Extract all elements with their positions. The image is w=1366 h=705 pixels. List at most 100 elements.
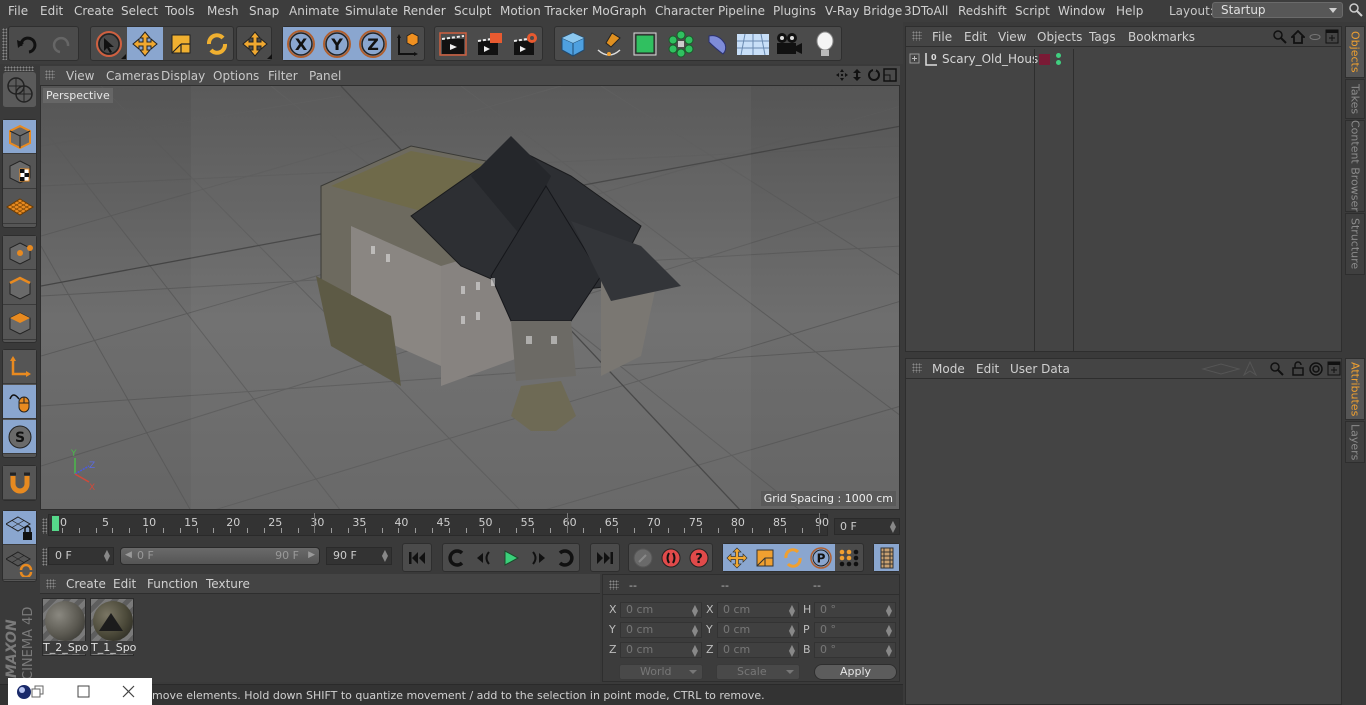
filter-icon[interactable] (1309, 32, 1321, 42)
playhead[interactable] (52, 516, 59, 531)
camera-button[interactable] (771, 27, 807, 60)
new-window-icon[interactable] (1327, 361, 1341, 376)
size-z-field[interactable]: 0 cm ▲ ▼ (717, 642, 799, 658)
autokey-button[interactable] (657, 544, 685, 571)
timeline-ruler[interactable]: 0 5 10 15 20 25 30 35 40 45 50 55 60 65 70 75 80 85 90 (48, 513, 829, 536)
subdivision-button[interactable] (627, 27, 663, 60)
viewport-grip[interactable] (45, 70, 55, 80)
restore-icon[interactable] (31, 685, 45, 699)
menu-create[interactable]: Create (74, 4, 114, 18)
next-key-button[interactable] (551, 544, 579, 571)
menu-simulate[interactable]: Simulate (345, 4, 398, 18)
tweak-mode-button[interactable] (3, 385, 36, 419)
range-left-arrow-icon[interactable]: ◀ (125, 550, 132, 560)
key-pla-button[interactable] (835, 544, 863, 571)
menu-animate[interactable]: Animate (289, 4, 339, 18)
z-axis-lock-button[interactable]: Z (355, 27, 391, 60)
object-name[interactable]: Scary_Old_House (942, 52, 1046, 66)
viewport-menu-options[interactable]: Options (213, 69, 259, 83)
play-button[interactable] (497, 544, 525, 571)
object-menu-objects[interactable]: Objects (1037, 30, 1082, 44)
maximize-icon[interactable] (77, 685, 91, 699)
next-frame-button[interactable] (524, 544, 552, 571)
coordinates-grip[interactable] (609, 580, 619, 590)
previous-key-button[interactable] (443, 544, 471, 571)
object-menu-view[interactable]: View (998, 30, 1026, 44)
coordinate-mode-dropdown[interactable]: Scale (716, 664, 800, 680)
spinner-icon[interactable]: ▲ ▼ (692, 604, 698, 618)
back-forward-icon[interactable] (1201, 362, 1241, 376)
material-swatch[interactable]: T_2_Spo (42, 598, 88, 656)
expand-icon[interactable] (909, 53, 921, 65)
menu-edit[interactable]: Edit (40, 4, 63, 18)
menu-plugins[interactable]: Plugins (773, 4, 816, 18)
record-active-button[interactable] (629, 544, 657, 571)
material-menu-texture[interactable]: Texture (206, 577, 250, 591)
search-icon[interactable] (1349, 3, 1363, 17)
pos-y-field[interactable]: 0 cm ▲ ▼ (620, 622, 702, 638)
keyframe-selection-button[interactable]: ? (685, 544, 713, 571)
spinner-icon[interactable]: ▲ ▼ (692, 644, 698, 658)
menu-pipeline[interactable]: Pipeline (718, 4, 765, 18)
object-menu-edit[interactable]: Edit (964, 30, 987, 44)
spinner-icon[interactable]: ▲ ▼ (692, 624, 698, 638)
spinner-icon[interactable]: ▲ ▼ (886, 604, 892, 618)
timeline-window-button[interactable] (874, 544, 899, 571)
left-toolbar-grip[interactable] (4, 66, 34, 71)
picture-viewer-button[interactable] (471, 27, 507, 60)
object-manager-grip[interactable] (912, 31, 922, 41)
cube-button[interactable] (555, 27, 591, 60)
material-menu-create[interactable]: Create (66, 577, 106, 591)
viewport-menu-panel[interactable]: Panel (309, 69, 341, 83)
current-frame-field[interactable]: 0 F ▲ ▼ (834, 518, 900, 535)
tab-takes[interactable]: Takes (1345, 79, 1365, 119)
redo-button[interactable] (44, 27, 80, 60)
menu-tools[interactable]: Tools (165, 4, 195, 18)
viewport-menu-display[interactable]: Display (161, 69, 205, 83)
rot-h-field[interactable]: 0 ° ▲ ▼ (814, 602, 896, 618)
spinner-icon[interactable]: ▲ ▼ (886, 624, 892, 638)
render-settings-button[interactable] (507, 27, 543, 60)
attribute-menu-edit[interactable]: Edit (976, 362, 999, 376)
close-icon[interactable] (122, 685, 136, 699)
transport-grip[interactable] (42, 548, 47, 566)
menu-mesh[interactable]: Mesh (207, 4, 239, 18)
menu-select[interactable]: Select (121, 4, 158, 18)
previous-frame-button[interactable] (470, 544, 498, 571)
pos-x-field[interactable]: 0 cm ▲ ▼ (620, 602, 702, 618)
coordinate-system-button[interactable] (390, 27, 426, 60)
layer-color-swatch[interactable] (1039, 54, 1050, 65)
axis-mode-button[interactable] (3, 350, 36, 384)
apply-button[interactable]: Apply (814, 664, 897, 680)
pan-view-icon[interactable] (835, 68, 849, 82)
target-icon[interactable] (1309, 362, 1323, 376)
frame-range-slider[interactable]: ◀ 0 F 90 F ▶ (120, 547, 320, 565)
spinner-icon[interactable]: ▲ ▼ (382, 549, 388, 563)
new-window-icon[interactable] (1325, 29, 1339, 44)
menu-redshift[interactable]: Redshift (958, 4, 1007, 18)
cloner-button[interactable] (663, 27, 699, 60)
material-grip[interactable] (46, 579, 56, 589)
menu-render[interactable]: Render (403, 4, 446, 18)
solo-mode-button[interactable]: S (3, 420, 36, 454)
edges-mode-button[interactable] (3, 271, 36, 305)
menu-window[interactable]: Window (1058, 4, 1105, 18)
render-view-button[interactable] (435, 27, 471, 60)
menu-vray-bridge[interactable]: V-Ray Bridge (825, 4, 902, 18)
rot-p-field[interactable]: 0 ° ▲ ▼ (814, 622, 896, 638)
column-divider[interactable] (1073, 49, 1074, 351)
floor-button[interactable] (735, 27, 771, 60)
material-swatch[interactable]: T_1_Spo (90, 598, 136, 656)
spinner-icon[interactable]: ▲ ▼ (886, 644, 892, 658)
key-position-button[interactable] (723, 544, 751, 571)
locked-workplane-button[interactable] (3, 511, 36, 545)
render-visibility-dot[interactable] (1056, 60, 1061, 65)
goto-end-button[interactable] (591, 544, 619, 571)
size-y-field[interactable]: 0 cm ▲ ▼ (717, 622, 799, 638)
menu-motion-tracker[interactable]: Motion Tracker (500, 4, 588, 18)
make-editable-button[interactable] (3, 72, 36, 108)
menu-file[interactable]: File (8, 4, 28, 18)
key-rotation-button[interactable] (779, 544, 807, 571)
object-menu-file[interactable]: File (932, 30, 952, 44)
undo-button[interactable] (9, 27, 45, 60)
